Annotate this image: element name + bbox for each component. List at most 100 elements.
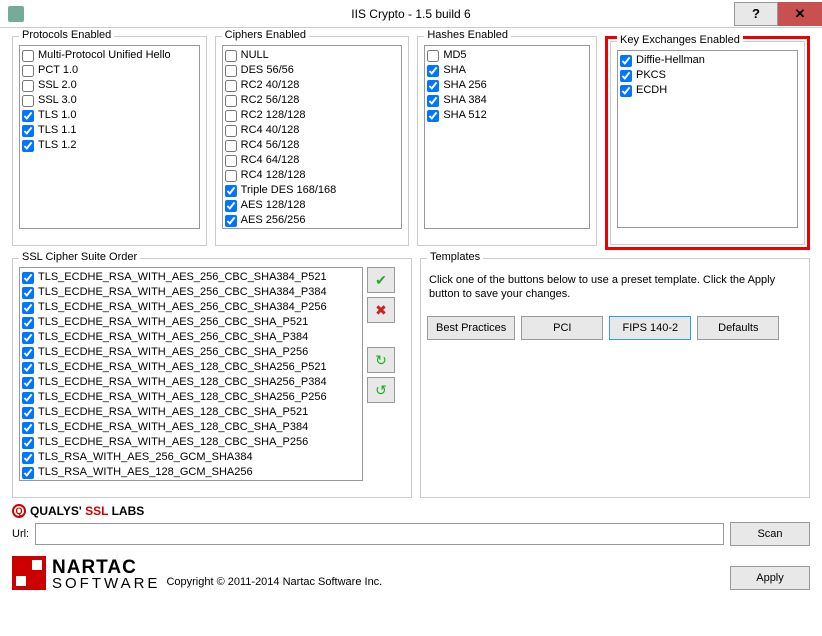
suite-item[interactable]: TLS_ECDHE_RSA_WITH_AES_256_CBC_SHA384_P5… xyxy=(22,270,360,285)
cipher-item[interactable]: RC2 128/128 xyxy=(225,108,400,123)
hash-checkbox[interactable] xyxy=(427,80,439,92)
cipher-item[interactable]: RC4 56/128 xyxy=(225,138,400,153)
protocol-item[interactable]: PCT 1.0 xyxy=(22,63,197,78)
cipher-item[interactable]: RC2 56/128 xyxy=(225,93,400,108)
protocol-item[interactable]: TLS 1.1 xyxy=(22,123,197,138)
protocol-checkbox[interactable] xyxy=(22,50,34,62)
hash-checkbox[interactable] xyxy=(427,50,439,62)
close-button[interactable]: ✕ xyxy=(778,2,822,26)
protocol-checkbox[interactable] xyxy=(22,110,34,122)
cipher-item[interactable]: Triple DES 168/168 xyxy=(225,183,400,198)
hash-checkbox[interactable] xyxy=(427,65,439,77)
cipher-item[interactable]: RC4 128/128 xyxy=(225,168,400,183)
hash-item[interactable]: MD5 xyxy=(427,48,587,63)
suite-item[interactable]: TLS_ECDHE_RSA_WITH_AES_256_CBC_SHA384_P2… xyxy=(22,300,360,315)
kex-list[interactable]: Diffie-HellmanPKCSECDH xyxy=(617,50,798,228)
cipher-checkbox[interactable] xyxy=(225,140,237,152)
cipher-checkbox[interactable] xyxy=(225,80,237,92)
suite-item[interactable]: TLS_ECDHE_RSA_WITH_AES_128_CBC_SHA256_P2… xyxy=(22,390,360,405)
suite-item[interactable]: TLS_ECDHE_RSA_WITH_AES_256_CBC_SHA_P384 xyxy=(22,330,360,345)
ciphers-list[interactable]: NULLDES 56/56RC2 40/128RC2 56/128RC2 128… xyxy=(222,45,403,229)
protocol-checkbox[interactable] xyxy=(22,125,34,137)
suite-item[interactable]: TLS_ECDHE_RSA_WITH_AES_256_CBC_SHA384_P3… xyxy=(22,285,360,300)
uncheck-all-button[interactable]: ✖ xyxy=(367,297,395,323)
url-input[interactable] xyxy=(35,523,724,545)
suite-checkbox[interactable] xyxy=(22,317,34,329)
cipher-checkbox[interactable] xyxy=(225,185,237,197)
protocol-item[interactable]: TLS 1.2 xyxy=(22,138,197,153)
cipher-checkbox[interactable] xyxy=(225,125,237,137)
protocol-checkbox[interactable] xyxy=(22,65,34,77)
kex-item[interactable]: PKCS xyxy=(620,68,795,83)
suite-item[interactable]: TLS_ECDHE_RSA_WITH_AES_256_CBC_SHA_P521 xyxy=(22,315,360,330)
move-down-button[interactable]: ↺ xyxy=(367,377,395,403)
hash-checkbox[interactable] xyxy=(427,110,439,122)
suite-item[interactable]: TLS_RSA_WITH_AES_256_GCM_SHA384 xyxy=(22,450,360,465)
suite-item[interactable]: TLS_ECDHE_RSA_WITH_AES_128_CBC_SHA_P384 xyxy=(22,420,360,435)
kex-item[interactable]: Diffie-Hellman xyxy=(620,53,795,68)
cipher-item[interactable]: AES 128/128 xyxy=(225,198,400,213)
kex-item[interactable]: ECDH xyxy=(620,83,795,98)
suite-item[interactable]: TLS_ECDHE_RSA_WITH_AES_128_CBC_SHA_P521 xyxy=(22,405,360,420)
suite-checkbox[interactable] xyxy=(22,377,34,389)
cipher-checkbox[interactable] xyxy=(225,110,237,122)
suite-checkbox[interactable] xyxy=(22,347,34,359)
suite-checkbox[interactable] xyxy=(22,302,34,314)
hash-item[interactable]: SHA 512 xyxy=(427,108,587,123)
suite-checkbox[interactable] xyxy=(22,272,34,284)
suite-item[interactable]: TLS_ECDHE_RSA_WITH_AES_128_CBC_SHA256_P5… xyxy=(22,360,360,375)
suite-checkbox[interactable] xyxy=(22,422,34,434)
protocols-list[interactable]: Multi-Protocol Unified HelloPCT 1.0SSL 2… xyxy=(19,45,200,229)
protocol-checkbox[interactable] xyxy=(22,140,34,152)
suite-item[interactable]: TLS_RSA_WITH_AES_128_GCM_SHA256 xyxy=(22,465,360,480)
cipher-item[interactable]: RC4 40/128 xyxy=(225,123,400,138)
cipher-checkbox[interactable] xyxy=(225,215,237,227)
protocol-checkbox[interactable] xyxy=(22,80,34,92)
cipher-item[interactable]: AES 256/256 xyxy=(225,213,400,228)
hash-item[interactable]: SHA 384 xyxy=(427,93,587,108)
suite-checkbox[interactable] xyxy=(22,392,34,404)
defaults-button[interactable]: Defaults xyxy=(697,316,779,340)
hash-checkbox[interactable] xyxy=(427,95,439,107)
suite-item[interactable]: TLS_ECDHE_RSA_WITH_AES_256_CBC_SHA_P256 xyxy=(22,345,360,360)
protocol-item[interactable]: SSL 3.0 xyxy=(22,93,197,108)
cipher-checkbox[interactable] xyxy=(225,200,237,212)
protocol-checkbox[interactable] xyxy=(22,95,34,107)
cipher-checkbox[interactable] xyxy=(225,65,237,77)
kex-checkbox[interactable] xyxy=(620,70,632,82)
hash-item[interactable]: SHA 256 xyxy=(427,78,587,93)
cipher-item[interactable]: RC2 40/128 xyxy=(225,78,400,93)
protocol-item[interactable]: TLS 1.0 xyxy=(22,108,197,123)
fips-button[interactable]: FIPS 140-2 xyxy=(609,316,691,340)
move-up-button[interactable]: ↻ xyxy=(367,347,395,373)
kex-checkbox[interactable] xyxy=(620,55,632,67)
suite-list[interactable]: TLS_ECDHE_RSA_WITH_AES_256_CBC_SHA384_P5… xyxy=(19,267,363,481)
hashes-list[interactable]: MD5SHASHA 256SHA 384SHA 512 xyxy=(424,45,590,229)
protocol-item[interactable]: SSL 2.0 xyxy=(22,78,197,93)
hash-item[interactable]: SHA xyxy=(427,63,587,78)
suite-item[interactable]: TLS_ECDHE_RSA_WITH_AES_128_CBC_SHA_P256 xyxy=(22,435,360,450)
suite-checkbox[interactable] xyxy=(22,362,34,374)
cipher-item[interactable]: DES 56/56 xyxy=(225,63,400,78)
cipher-checkbox[interactable] xyxy=(225,155,237,167)
suite-checkbox[interactable] xyxy=(22,452,34,464)
suite-checkbox[interactable] xyxy=(22,287,34,299)
best-practices-button[interactable]: Best Practices xyxy=(427,316,515,340)
protocol-item[interactable]: Multi-Protocol Unified Hello xyxy=(22,48,197,63)
help-button[interactable]: ? xyxy=(734,2,778,26)
cipher-checkbox[interactable] xyxy=(225,170,237,182)
pci-button[interactable]: PCI xyxy=(521,316,603,340)
suite-checkbox[interactable] xyxy=(22,332,34,344)
cipher-checkbox[interactable] xyxy=(225,50,237,62)
cipher-item[interactable]: RC4 64/128 xyxy=(225,153,400,168)
cipher-item[interactable]: NULL xyxy=(225,48,400,63)
cipher-checkbox[interactable] xyxy=(225,95,237,107)
suite-item[interactable]: TLS_ECDHE_RSA_WITH_AES_128_CBC_SHA256_P3… xyxy=(22,375,360,390)
apply-button[interactable]: Apply xyxy=(730,566,810,590)
kex-checkbox[interactable] xyxy=(620,85,632,97)
suite-checkbox[interactable] xyxy=(22,437,34,449)
scan-button[interactable]: Scan xyxy=(730,522,810,546)
check-all-button[interactable]: ✔ xyxy=(367,267,395,293)
suite-checkbox[interactable] xyxy=(22,467,34,479)
suite-checkbox[interactable] xyxy=(22,407,34,419)
